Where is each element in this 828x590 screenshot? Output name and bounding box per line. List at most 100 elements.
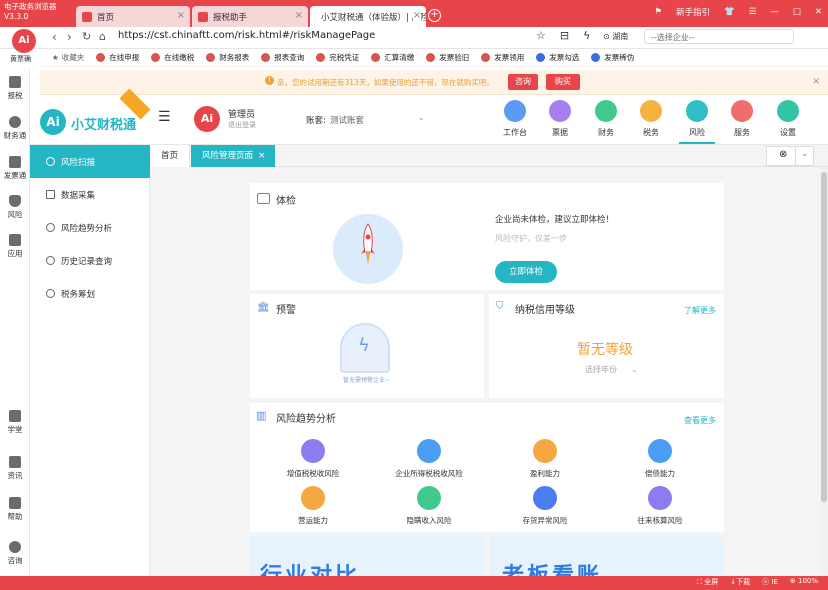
risk-item-accounts[interactable]: 往来核算风险 — [620, 486, 700, 526]
topnav-workbench[interactable]: 工作台 — [497, 100, 533, 138]
app-title: 电子政务浏览器 V3.3.0 — [4, 2, 74, 22]
tab-controls[interactable]: ⊗ ⌄ — [766, 146, 814, 166]
bookmark-item[interactable]: 在线缴税 — [151, 52, 194, 63]
strip-label: 学堂 — [7, 425, 23, 434]
strip-item-risk[interactable]: 风险 — [0, 195, 30, 220]
inquire-button[interactable]: 咨询 — [508, 74, 538, 90]
minimize-icon[interactable]: — — [770, 7, 779, 17]
company-select[interactable]: --选择企业-- — [644, 29, 794, 44]
risk-item-solvency[interactable]: 偿债能力 — [620, 439, 700, 479]
avatar[interactable]: Ai — [194, 106, 220, 132]
shirt-icon[interactable]: 👕 — [724, 7, 735, 17]
strip-item-consult[interactable]: 咨询 — [0, 541, 30, 566]
cube-icon — [533, 486, 557, 510]
menu-icon[interactable]: ☰ — [749, 7, 757, 17]
risk-item-hidden-income[interactable]: 隐瞒收入风险 — [389, 486, 469, 526]
strip-label: 报税 — [7, 91, 23, 100]
strip-item-help[interactable]: 帮助 — [0, 497, 30, 522]
strip-item-finance[interactable]: 财务通 — [0, 116, 30, 141]
fullscreen-button[interactable]: ⛶ 全屏 — [697, 577, 718, 587]
sidebar-item-history[interactable]: 历史记录查询 — [30, 244, 150, 277]
bookmark-bar: ★ 收藏夹 在线申报 在线缴税 财务报表 报表查询 完税凭证 汇算清缴 发票验旧 … — [40, 49, 828, 67]
start-exam-button[interactable]: 立即体检 — [495, 261, 557, 283]
maximize-icon[interactable]: □ — [793, 7, 801, 17]
bookmark-item[interactable]: 发票稀伪 — [591, 52, 634, 63]
tab-risk[interactable]: 小艾财税通（体验版）| 风险 × — [310, 6, 426, 27]
close-icon[interactable]: × — [812, 76, 820, 87]
sidebar-item-risk-scan[interactable]: 风险扫描 — [30, 145, 150, 178]
bookmarks-icon[interactable]: ⊟ — [560, 29, 569, 42]
risk-item-profitability[interactable]: 盈利能力 — [505, 439, 585, 479]
close-circle-icon[interactable]: ⊗ — [779, 149, 787, 160]
strip-item-school[interactable]: 学堂 — [0, 410, 30, 435]
risk-item-vat[interactable]: 增值税税收风险 — [273, 439, 353, 479]
risk-item-inventory[interactable]: 存货异常风险 — [505, 486, 585, 526]
buy-button[interactable]: 购买 — [546, 74, 580, 90]
industry-compare-banner[interactable]: 行业对比 — [250, 536, 483, 576]
trend-see-more-link[interactable]: 查看更多 — [684, 415, 716, 426]
back-icon[interactable]: ‹ — [52, 30, 57, 44]
scrollbar-thumb[interactable] — [821, 172, 827, 502]
new-tab-button[interactable]: + — [428, 9, 441, 22]
close-icon[interactable]: × — [177, 10, 185, 21]
topnav-finance[interactable]: 财务 — [588, 100, 624, 138]
download-button[interactable]: ↓下载 — [730, 577, 750, 587]
zoom-button[interactable]: ⊕ 100% — [790, 577, 818, 587]
bills-icon — [549, 100, 571, 122]
star-icon: ★ — [52, 53, 59, 62]
strip-item-tax[interactable]: 报税 — [0, 76, 30, 101]
bookmark-item[interactable]: 汇算清缴 — [371, 52, 414, 63]
topnav-tax[interactable]: 税务 — [633, 100, 669, 138]
beginner-guide-link[interactable]: 新手指引 — [676, 6, 710, 18]
tab-home[interactable]: 首页 × — [76, 6, 190, 27]
topnav-service[interactable]: 服务 — [724, 100, 760, 138]
tab-tax-assistant[interactable]: 报税助手 × — [192, 6, 308, 27]
topnav-settings[interactable]: 设置 — [770, 100, 806, 138]
risk-item-operation[interactable]: 营运能力 — [273, 486, 353, 526]
bookmark-item[interactable]: 财务报表 — [206, 52, 249, 63]
close-icon[interactable]: × — [295, 10, 303, 21]
bookmark-item[interactable]: 发票验旧 — [426, 52, 469, 63]
bookmark-item[interactable]: 发票勾选 — [536, 52, 579, 63]
bookmark-item[interactable]: 完税凭证 — [316, 52, 359, 63]
strip-item-invoice[interactable]: 发票通 — [0, 156, 30, 181]
close-window-icon[interactable]: ✕ — [815, 7, 822, 17]
favorites-button[interactable]: ★ 收藏夹 — [52, 52, 84, 63]
bookmark-item[interactable]: 发票领用 — [481, 52, 524, 63]
topnav-bills[interactable]: 票据 — [542, 100, 578, 138]
chevron-down-icon[interactable]: ⌄ — [418, 113, 425, 122]
credit-learn-more-link[interactable]: 了解更多 — [684, 305, 716, 316]
flag-icon[interactable]: ⚑ — [654, 7, 662, 17]
forward-icon[interactable]: › — [67, 30, 72, 44]
wallet-icon — [417, 486, 441, 510]
url-input[interactable]: https://cst.chinaftt.com/risk.html#/risk… — [118, 30, 375, 41]
service-icon — [731, 100, 753, 122]
star-icon[interactable]: ☆ — [536, 29, 546, 42]
lightning-icon[interactable]: ϟ — [583, 29, 590, 42]
region-selector[interactable]: ⊙ 湖南 — [603, 31, 628, 42]
invoice-icon — [9, 156, 21, 168]
year-select[interactable]: 选择年份 ⌄ — [585, 364, 638, 375]
home-icon[interactable]: ⌂ — [99, 30, 106, 43]
strip-item-news[interactable]: 资讯 — [0, 456, 30, 481]
bookmark-item[interactable]: 在线申报 — [96, 52, 139, 63]
topnav-risk[interactable]: 风险 — [679, 100, 715, 144]
hamburger-menu-icon[interactable]: ☰ — [158, 109, 171, 125]
workbench-icon — [504, 100, 526, 122]
close-icon[interactable]: × — [412, 10, 421, 21]
refresh-icon[interactable]: ↻ — [82, 30, 91, 43]
close-icon[interactable]: × — [258, 146, 266, 166]
chevron-down-icon[interactable]: ⌄ — [801, 149, 809, 159]
boss-view-banner[interactable]: 老板看账 — [490, 536, 723, 576]
strip-item-apps[interactable]: 应用 — [0, 234, 30, 259]
sidebar-item-tax-planning[interactable]: 税务筹划 — [30, 277, 150, 310]
sidebar-item-trend[interactable]: 风险趋势分析 — [30, 211, 150, 244]
bar-chart-icon: ▥ — [256, 409, 267, 422]
bookmark-item[interactable]: 报表查询 — [261, 52, 304, 63]
sidebar-item-data-collect[interactable]: 数据采集 — [30, 178, 150, 211]
risk-item-cit[interactable]: 企业所得税税收风险 — [389, 439, 469, 479]
ie-mode-button[interactable]: ⓔ IE — [762, 577, 778, 587]
logout-link[interactable]: 退出登录 — [228, 120, 256, 130]
page-tab-home[interactable]: 首页 — [150, 145, 190, 167]
account-select[interactable]: 测试账套 — [330, 114, 364, 126]
